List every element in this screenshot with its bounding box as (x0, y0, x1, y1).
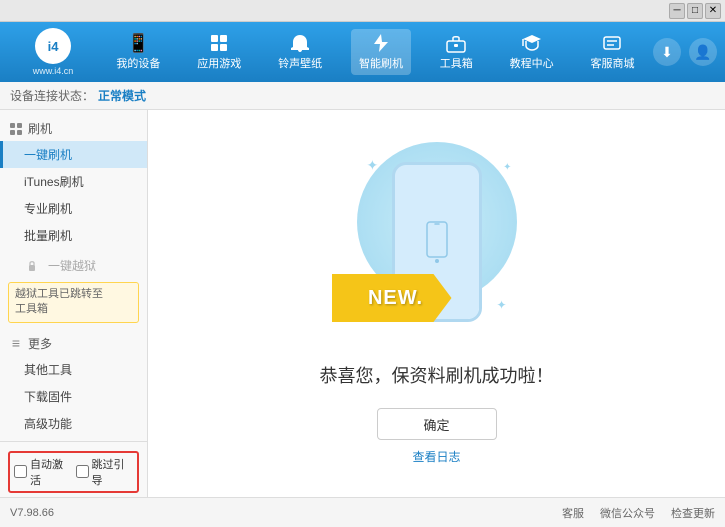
download-button[interactable]: ⬇ (653, 38, 681, 66)
nav-item-tutorial[interactable]: 教程中心 (502, 29, 562, 75)
sidebar-item-other-tools[interactable]: 其他工具 (0, 356, 147, 383)
statusbar: 设备连接状态： 正常模式 (0, 82, 725, 110)
header-right: ⬇ 👤 (653, 38, 717, 66)
warning-line1: 越狱工具已跳转至 (15, 288, 103, 300)
restore-section: 一键越狱 越狱工具已跳转至 工具箱 (0, 253, 147, 327)
device-item: 📱 iPhone 15 Pro Max 512GB iPhone (4, 496, 143, 497)
flash-section: 刷机 一键刷机 iTunes刷机 专业刷机 批量刷机 (0, 116, 147, 249)
lock-icon (24, 258, 40, 274)
checkbox-row: 自动激活 跳过引导 (8, 451, 139, 493)
apps-games-icon (207, 33, 231, 53)
footer-link-check-update[interactable]: 检查更新 (671, 505, 715, 521)
flash-section-label: 刷机 (28, 120, 52, 137)
maximize-button[interactable]: □ (687, 3, 703, 19)
more-section: ≡ 更多 其他工具 下载固件 高级功能 (0, 331, 147, 437)
footer-version: V7.98.66 (10, 507, 54, 519)
close-button[interactable]: ✕ (705, 3, 721, 19)
more-section-header: ≡ 更多 (0, 331, 147, 356)
footer: V7.98.66 客服 微信公众号 检查更新 (0, 497, 725, 527)
footer-link-home[interactable]: 客服 (562, 505, 584, 521)
nav-item-toolbox[interactable]: 工具箱 (432, 29, 481, 75)
service-icon (600, 33, 624, 53)
sidebar-item-pro-flash[interactable]: 专业刷机 (0, 195, 147, 222)
success-title: 恭喜您，保资料刷机成功啦！ (320, 362, 554, 388)
nav-label-my-device: 我的设备 (116, 55, 160, 71)
nav-label-tutorial: 教程中心 (510, 55, 554, 71)
ringtones-icon (288, 33, 312, 53)
new-banner: NEW. (332, 274, 452, 322)
logo-subtitle: www.i4.cn (33, 66, 74, 76)
flash-section-header: 刷机 (0, 116, 147, 141)
titlebar: ─ □ ✕ (0, 0, 725, 22)
auto-guide-label: 跳过引导 (92, 456, 134, 488)
status-label: 设备连接状态： (10, 87, 94, 104)
success-image: ✦ ✦ ✦ NEW. (347, 142, 527, 342)
nav-item-smart-flash[interactable]: 智能刷机 (351, 29, 411, 75)
user-button[interactable]: 👤 (689, 38, 717, 66)
sidebar-item-batch-flash[interactable]: 批量刷机 (0, 222, 147, 249)
nav-label-apps-games: 应用游戏 (197, 55, 241, 71)
restore-disabled-label: 一键越狱 (0, 253, 147, 278)
sparkle-3: ✦ (496, 298, 506, 312)
auto-activate-checkbox[interactable] (14, 465, 27, 478)
sidebar-item-advanced[interactable]: 高级功能 (0, 410, 147, 437)
main-container: 刷机 一键刷机 iTunes刷机 专业刷机 批量刷机 一键越狱 越狱工具已跳转至… (0, 110, 725, 497)
more-section-label: 更多 (28, 335, 52, 352)
nav-item-apps-games[interactable]: 应用游戏 (189, 29, 249, 75)
confirm-button[interactable]: 确定 (377, 408, 497, 440)
nav-label-toolbox: 工具箱 (440, 55, 473, 71)
header: i4 www.i4.cn 📱 我的设备 应用游戏 铃声壁纸 智能刷机 (0, 22, 725, 82)
footer-right: 客服 微信公众号 检查更新 (562, 505, 715, 521)
flash-section-icon (8, 121, 24, 137)
more-icon: ≡ (8, 335, 24, 351)
sidebar-item-one-key-flash[interactable]: 一键刷机 (0, 141, 147, 168)
content-area: ✦ ✦ ✦ NEW. 恭喜您，保资料刷机成功啦！ 确定 查看 (148, 110, 725, 497)
auto-activate-label: 自动激活 (30, 456, 72, 488)
toolbox-icon (444, 33, 468, 53)
logo-icon: i4 (35, 28, 71, 64)
nav-item-service[interactable]: 客服商城 (582, 29, 642, 75)
status-value: 正常模式 (98, 87, 146, 104)
restore-label: 一键越狱 (48, 257, 96, 274)
auto-guide-item[interactable]: 跳过引导 (76, 456, 134, 488)
sparkle-1: ✦ (367, 157, 379, 174)
sidebar-bottom: 自动激活 跳过引导 📱 iPhone 15 Pro Max 512GB iPho… (0, 441, 147, 497)
nav-item-ringtones[interactable]: 铃声壁纸 (270, 29, 330, 75)
nav-item-my-device[interactable]: 📱 我的设备 (108, 29, 168, 75)
warning-line2: 工具箱 (15, 303, 48, 315)
footer-left: V7.98.66 (10, 507, 54, 519)
minimize-button[interactable]: ─ (669, 3, 685, 19)
sidebar: 刷机 一键刷机 iTunes刷机 专业刷机 批量刷机 一键越狱 越狱工具已跳转至… (0, 110, 148, 497)
sparkle-2: ✦ (503, 162, 511, 173)
smart-flash-icon (369, 33, 393, 53)
nav-bar: 📱 我的设备 应用游戏 铃声壁纸 智能刷机 工具箱 (98, 29, 653, 75)
view-log-link[interactable]: 查看日志 (412, 448, 460, 465)
auto-guide-checkbox[interactable] (76, 465, 89, 478)
new-text: NEW. (360, 287, 423, 310)
sidebar-item-itunes-flash[interactable]: iTunes刷机 (0, 168, 147, 195)
auto-activate-item[interactable]: 自动激活 (14, 456, 72, 488)
footer-link-wechat[interactable]: 微信公众号 (600, 505, 655, 521)
nav-label-smart-flash: 智能刷机 (359, 55, 403, 71)
my-device-icon: 📱 (126, 33, 150, 53)
warning-box: 越狱工具已跳转至 工具箱 (8, 282, 139, 323)
nav-label-ringtones: 铃声壁纸 (278, 55, 322, 71)
tutorial-icon (520, 33, 544, 53)
sidebar-item-download-firmware[interactable]: 下载固件 (0, 383, 147, 410)
app-logo: i4 www.i4.cn (8, 28, 98, 76)
nav-label-service: 客服商城 (590, 55, 634, 71)
